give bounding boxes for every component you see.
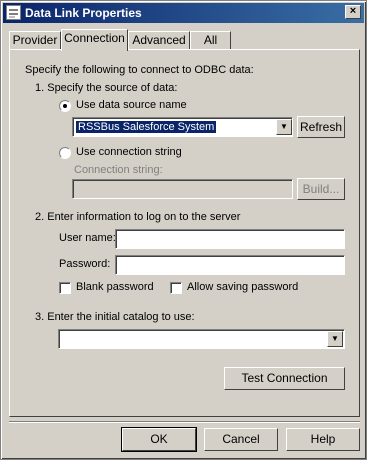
data-link-icon <box>6 5 21 20</box>
step3-label: 3. Enter the initial catalog to use: <box>35 311 195 323</box>
dsn-combobox[interactable]: RSSBus Salesforce System <box>72 117 293 137</box>
tab-provider[interactable]: Provider <box>9 31 61 49</box>
user-name-field[interactable] <box>115 229 345 249</box>
intro-label: Specify the following to connect to ODBC… <box>25 64 254 76</box>
use-conn-string-label: Use connection string <box>76 146 182 158</box>
ok-button[interactable]: OK <box>121 427 197 452</box>
build-button[interactable]: Build... <box>297 178 345 200</box>
use-dsn-label: Use data source name <box>76 99 187 111</box>
refresh-button[interactable]: Refresh <box>297 116 345 138</box>
step2-label: 2. Enter information to log on to the se… <box>35 211 241 223</box>
blank-password-label: Blank password <box>76 281 154 293</box>
dialog-window: Data Link Properties × Provider Connecti… <box>0 0 367 460</box>
allow-saving-password-label: Allow saving password <box>187 281 299 293</box>
step1-label: 1. Specify the source of data: <box>35 82 178 94</box>
conn-string-label: Connection string: <box>74 164 163 176</box>
dsn-dropdown-arrow-icon[interactable]: ▼ <box>276 119 292 135</box>
test-connection-button[interactable]: Test Connection <box>224 367 345 390</box>
window-title: Data Link Properties <box>25 6 142 20</box>
conn-string-field[interactable] <box>72 179 293 199</box>
cancel-button[interactable]: Cancel <box>204 428 278 451</box>
footer-separator <box>9 421 360 423</box>
use-dsn-radio[interactable] <box>59 100 71 112</box>
dsn-selected-value: RSSBus Salesforce System <box>76 121 217 133</box>
use-conn-string-radio[interactable] <box>59 147 71 159</box>
tab-connection[interactable]: Connection <box>61 29 128 51</box>
help-button[interactable]: Help <box>286 428 360 451</box>
allow-saving-password-checkbox[interactable] <box>170 282 182 294</box>
user-name-label: User name: <box>59 232 116 244</box>
tab-advanced[interactable]: Advanced <box>128 31 190 49</box>
title-bar[interactable]: Data Link Properties × <box>3 3 364 23</box>
close-button[interactable]: × <box>345 5 361 19</box>
catalog-combobox[interactable] <box>58 329 345 349</box>
password-label: Password: <box>59 258 111 270</box>
catalog-dropdown-arrow-icon[interactable]: ▼ <box>327 331 343 347</box>
password-field[interactable] <box>115 255 345 275</box>
tab-all[interactable]: All <box>190 31 231 49</box>
blank-password-checkbox[interactable] <box>59 282 71 294</box>
